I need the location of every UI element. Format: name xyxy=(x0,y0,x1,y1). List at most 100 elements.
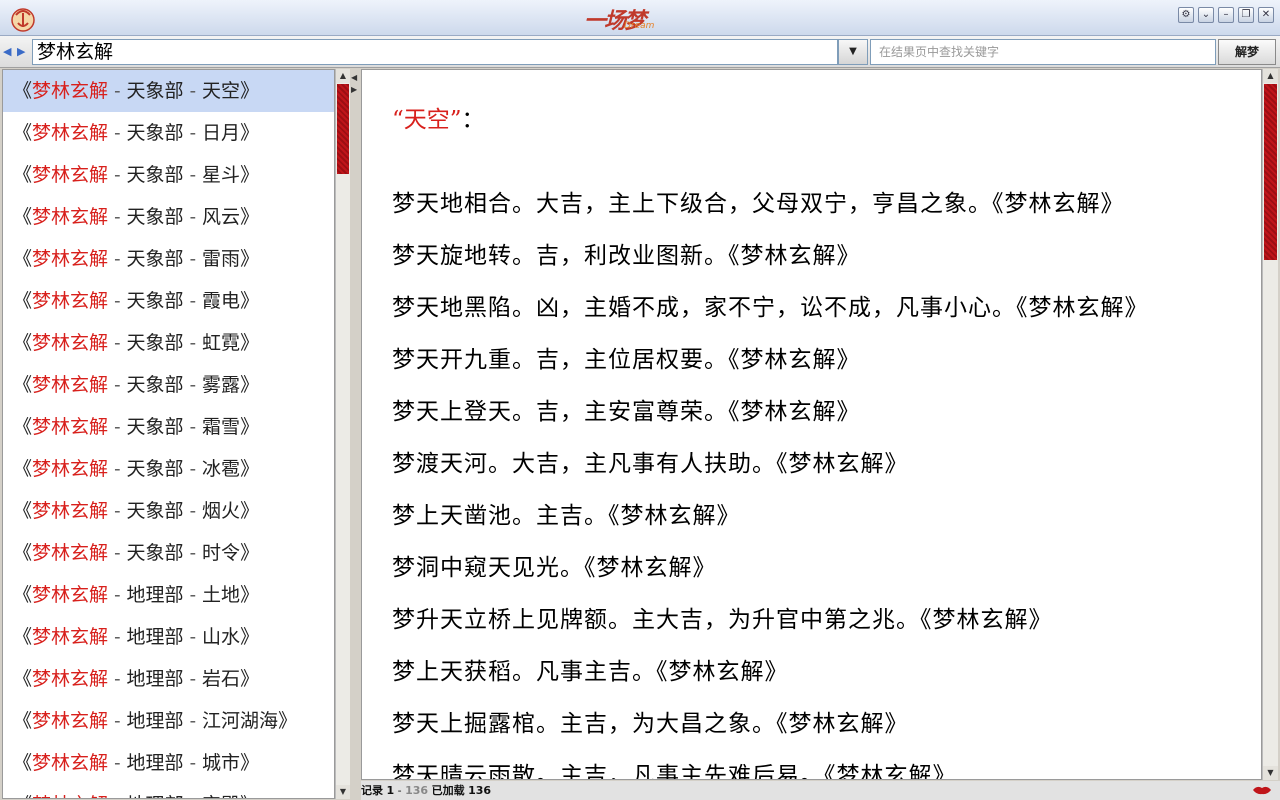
list-item-topic: 霜雪 xyxy=(202,416,241,438)
logo-subtitle: Dream xyxy=(624,21,655,31)
list-item-topic: 霞电 xyxy=(202,290,241,312)
list-item-section: 地理部 xyxy=(127,794,184,798)
content-pane: “天空”： 梦天地相合。大吉，主上下级合，父母双宁，亨昌之象。《梦林玄解》 梦天旋… xyxy=(361,69,1262,780)
list-item-book: 梦林玄解 xyxy=(32,668,109,690)
status-bar: 记录 1 - 136 已加载 136 xyxy=(361,781,1280,800)
list-item-section: 天象部 xyxy=(126,458,184,480)
pane-splitter[interactable]: ◀ ▶ xyxy=(350,69,360,799)
record-current: 1 xyxy=(386,784,395,797)
forward-arrow-icon[interactable]: ▶ xyxy=(17,45,29,59)
chevron-down-icon[interactable]: ⌄ xyxy=(1198,7,1214,23)
expand-right-icon[interactable]: ▶ xyxy=(351,85,359,95)
list-item-section: 天象部 xyxy=(126,416,184,438)
list-item[interactable]: 《梦林玄解 - 天象部 - 雷雨》 xyxy=(3,238,334,280)
list-item-topic: 风云 xyxy=(202,206,241,228)
list-item-section: 地理部 xyxy=(126,752,184,774)
scroll-thumb[interactable] xyxy=(337,84,349,174)
collapse-left-icon[interactable]: ◀ xyxy=(351,73,359,83)
list-item[interactable]: 《梦林玄解 - 地理部 - 江河湖海》 xyxy=(3,700,334,742)
list-item[interactable]: 《梦林玄解 - 天象部 - 霜雪》 xyxy=(3,406,334,448)
list-item-topic: 江河湖海 xyxy=(202,710,279,732)
maximize-icon[interactable]: ❐ xyxy=(1238,7,1254,23)
list-item-section: 天象部 xyxy=(126,80,184,102)
list-item-section: 天象部 xyxy=(126,122,184,144)
list-item-topic: 土地 xyxy=(202,584,241,606)
list-item-topic: 时令 xyxy=(202,542,241,564)
list-item[interactable]: 《梦林玄解 - 天象部 - 日月》 xyxy=(3,112,334,154)
list-item-topic: 山水 xyxy=(202,626,241,648)
list-item-section: 天象部 xyxy=(126,374,184,396)
list-item-topic: 雷雨 xyxy=(202,248,241,270)
scroll-down-icon[interactable]: ▼ xyxy=(336,785,350,799)
list-item-book: 梦林玄解 xyxy=(32,752,109,774)
list-scrollbar[interactable]: ▲ ▼ xyxy=(335,69,350,799)
dream-entry: 梦天旋地转。吉，利改业图新。《梦林玄解》 xyxy=(392,243,861,269)
search-history-dropdown[interactable]: ▼ xyxy=(838,39,868,65)
list-item[interactable]: 《梦林玄解 - 天象部 - 烟火》 xyxy=(3,490,334,532)
dream-entry: 梦上天获稻。凡事主吉。《梦林玄解》 xyxy=(392,659,789,685)
list-item-section: 天象部 xyxy=(126,500,184,522)
dream-entry: 梦上天凿池。主吉。《梦林玄解》 xyxy=(392,503,741,529)
list-item-topic: 天空 xyxy=(202,80,241,102)
content-scrollbar[interactable]: ▲ ▼ xyxy=(1262,69,1278,780)
dream-entry: 梦天晴云雨散。主吉，凡事主先难后易。《梦林玄解》 xyxy=(392,763,957,780)
app-logo: 一场梦 Dream xyxy=(584,3,696,34)
content-title: “天空”： xyxy=(392,107,485,133)
interpret-dream-button[interactable]: 解梦 xyxy=(1218,39,1276,65)
close-icon[interactable]: ✕ xyxy=(1258,7,1274,23)
list-item[interactable]: 《梦林玄解 - 天象部 - 虹霓》 xyxy=(3,322,334,364)
search-input[interactable]: 梦林玄解 xyxy=(32,39,838,65)
title-bar: 一场梦 Dream ⚙ ⌄ – ❐ ✕ xyxy=(0,0,1280,36)
scroll-up-icon[interactable]: ▲ xyxy=(336,69,350,83)
list-item-book: 梦林玄解 xyxy=(32,542,109,564)
list-item-book: 梦林玄解 xyxy=(32,164,109,186)
list-item[interactable]: 《梦林玄解 - 天象部 - 风云》 xyxy=(3,196,334,238)
list-item-topic: 星斗 xyxy=(202,164,241,186)
list-item-section: 天象部 xyxy=(126,248,184,270)
list-item-section: 地理部 xyxy=(126,626,184,648)
list-item[interactable]: 《梦林玄解 - 天象部 - 天空》 xyxy=(3,70,334,112)
list-item-section: 地理部 xyxy=(126,710,184,732)
list-item[interactable]: 《梦林玄解 - 天象部 - 雾露》 xyxy=(3,364,334,406)
loaded-label: 已加载 xyxy=(431,784,465,797)
list-item[interactable]: 《梦林玄解 - 地理部 - 宫殿》 xyxy=(3,784,334,798)
list-item[interactable]: 《梦林玄解 - 天象部 - 星斗》 xyxy=(3,154,334,196)
list-item-topic: 冰雹 xyxy=(202,458,241,480)
list-item[interactable]: 《梦林玄解 - 天象部 - 冰雹》 xyxy=(3,448,334,490)
scroll-thumb[interactable] xyxy=(1264,84,1277,260)
dream-entry: 梦升天立桥上见牌额。主大吉，为升官中第之兆。《梦林玄解》 xyxy=(392,607,1053,633)
minimize-icon[interactable]: – xyxy=(1218,7,1234,23)
list-item[interactable]: 《梦林玄解 - 地理部 - 城市》 xyxy=(3,742,334,784)
result-list: 《梦林玄解 - 天象部 - 天空》 《梦林玄解 - 天象部 - 日月》 《梦林玄解 … xyxy=(2,69,335,799)
list-item-book: 梦林玄解 xyxy=(32,122,109,144)
scroll-down-icon[interactable]: ▼ xyxy=(1263,766,1278,780)
list-item-topic: 城市 xyxy=(202,752,241,774)
list-item-book: 梦林玄解 xyxy=(32,500,109,522)
dream-entry: 梦天上登天。吉，主安富尊荣。《梦林玄解》 xyxy=(392,399,861,425)
list-item-book: 梦林玄解 xyxy=(32,290,109,312)
scroll-up-icon[interactable]: ▲ xyxy=(1263,69,1278,83)
list-item[interactable]: 《梦林玄解 - 地理部 - 山水》 xyxy=(3,616,334,658)
content-title-text: 天空 xyxy=(403,107,450,133)
dream-entry: 梦天地相合。大吉，主上下级合，父母双宁，亨昌之象。《梦林玄解》 xyxy=(392,191,1125,217)
list-item-book: 梦林玄解 xyxy=(32,794,108,798)
result-search-input[interactable]: 在结果页中查找关键字 xyxy=(870,39,1216,65)
list-item-section: 天象部 xyxy=(126,164,184,186)
lips-icon xyxy=(1253,786,1271,795)
list-item-topic: 虹霓 xyxy=(202,332,241,354)
list-item-book: 梦林玄解 xyxy=(32,206,109,228)
entry-list: 梦天地相合。大吉，主上下级合，父母双宁，亨昌之象。《梦林玄解》 梦天旋地转。吉，利… xyxy=(392,178,1252,780)
list-item[interactable]: 《梦林玄解 - 地理部 - 岩石》 xyxy=(3,658,334,700)
list-item[interactable]: 《梦林玄解 - 天象部 - 霞电》 xyxy=(3,280,334,322)
record-label: 记录 xyxy=(361,784,383,797)
list-item-book: 梦林玄解 xyxy=(32,626,109,648)
gear-icon[interactable]: ⚙ xyxy=(1178,7,1194,23)
list-item[interactable]: 《梦林玄解 - 地理部 - 土地》 xyxy=(3,574,334,616)
list-item-topic: 雾露 xyxy=(202,374,241,396)
window-controls: ⚙ ⌄ – ❐ ✕ xyxy=(1178,7,1274,23)
back-arrow-icon[interactable]: ◀ xyxy=(3,45,15,59)
list-item-topic: 日月 xyxy=(202,122,241,144)
list-item[interactable]: 《梦林玄解 - 天象部 - 时令》 xyxy=(3,532,334,574)
list-item-book: 梦林玄解 xyxy=(32,332,109,354)
list-item-book: 梦林玄解 xyxy=(32,416,109,438)
